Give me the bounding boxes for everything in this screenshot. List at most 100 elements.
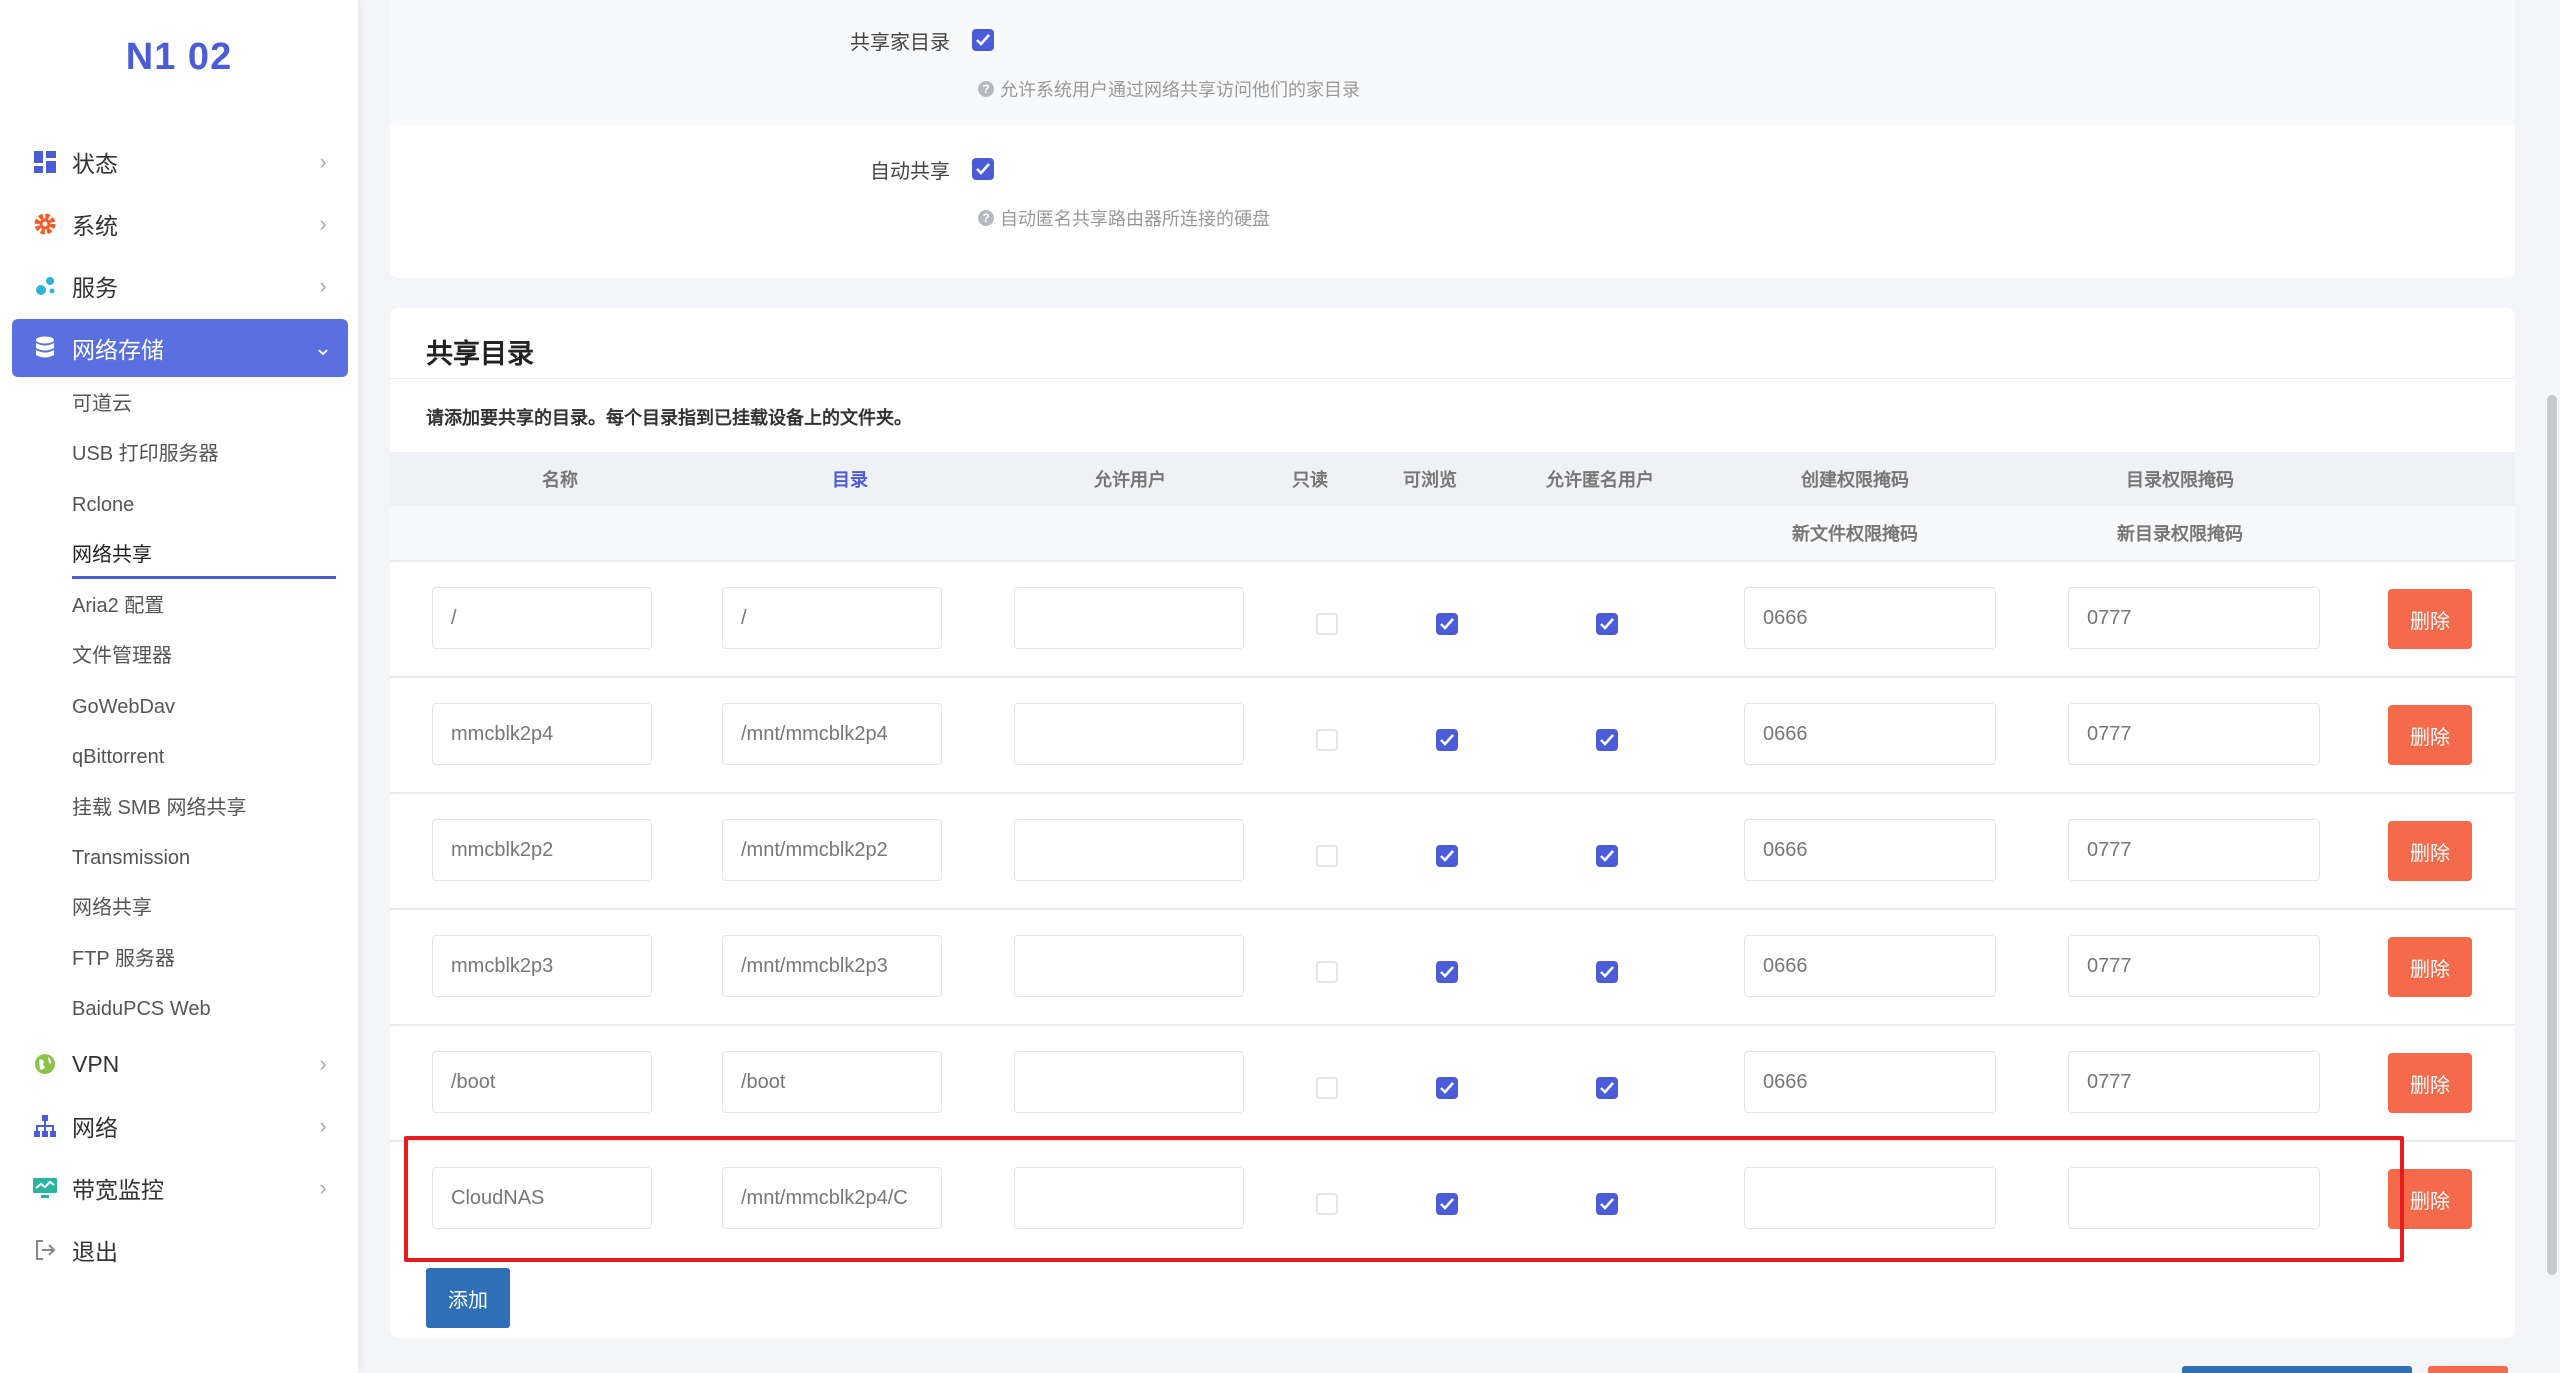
share-users-input[interactable]: [1014, 1051, 1244, 1113]
delete-button[interactable]: 删除: [2388, 1053, 2472, 1113]
guest-checkbox[interactable]: [1596, 961, 1618, 983]
nav-label: VPN: [72, 1050, 120, 1077]
create-mask-input[interactable]: [1744, 1167, 1996, 1229]
col-users: 允许用户: [1094, 470, 1166, 490]
readonly-checkbox[interactable]: [1316, 961, 1338, 983]
guest-checkbox[interactable]: [1596, 1077, 1618, 1099]
delete-button[interactable]: 删除: [2388, 1169, 2472, 1229]
submenu-item-baidupcs[interactable]: BaiduPCS Web: [72, 994, 211, 1024]
auto-share-desc-text: 自动匿名共享路由器所连接的硬盘: [1000, 209, 1270, 229]
share-path-input[interactable]: /: [722, 587, 942, 649]
nav-label: 带宽监控: [72, 1177, 164, 1203]
readonly-checkbox[interactable]: [1316, 1193, 1338, 1215]
browseable-checkbox[interactable]: [1436, 1193, 1458, 1215]
guest-checkbox[interactable]: [1596, 729, 1618, 751]
share-path-input[interactable]: /mnt/mmcblk2p3: [722, 935, 942, 997]
database-icon: [30, 333, 60, 363]
dir-mask-input[interactable]: [2068, 1167, 2320, 1229]
dir-mask-input[interactable]: 0777: [2068, 703, 2320, 765]
nav-label: 系统: [72, 213, 118, 239]
chevron-right-icon: ›: [319, 1113, 327, 1138]
share-path-input[interactable]: /mnt/mmcblk2p2: [722, 819, 942, 881]
submenu-item-rclone[interactable]: Rclone: [72, 490, 134, 520]
create-mask-input[interactable]: 0666: [1744, 703, 1996, 765]
delete-button[interactable]: 删除: [2388, 589, 2472, 649]
dir-mask-input[interactable]: 0777: [2068, 1051, 2320, 1113]
share-name-input[interactable]: CloudNAS: [432, 1167, 652, 1229]
share-path-input[interactable]: /mnt/mmcblk2p4: [722, 703, 942, 765]
bottom-action-button[interactable]: [2332, 1366, 2412, 1373]
bottom-action-button[interactable]: [2428, 1366, 2508, 1373]
submenu-item-ftp[interactable]: FTP 服务器: [72, 944, 175, 974]
share-users-input[interactable]: [1014, 1167, 1244, 1229]
share-name-input[interactable]: mmcblk2p2: [432, 819, 652, 881]
col-browseable: 可浏览: [1403, 470, 1457, 490]
share-name-input[interactable]: mmcblk2p3: [432, 935, 652, 997]
submenu-item-kodcloud[interactable]: 可道云: [72, 389, 132, 419]
submenu-item-file-manager[interactable]: 文件管理器: [72, 641, 172, 671]
readonly-checkbox[interactable]: [1316, 845, 1338, 867]
col-create-mask: 创建权限掩码: [1801, 470, 1909, 490]
delete-button[interactable]: 删除: [2388, 937, 2472, 997]
share-users-input[interactable]: [1014, 587, 1244, 649]
chevron-right-icon: ›: [319, 273, 327, 298]
add-button[interactable]: 添加: [426, 1268, 510, 1328]
guest-checkbox[interactable]: [1596, 845, 1618, 867]
submenu-item-transmission[interactable]: Transmission: [72, 843, 190, 873]
share-name-input[interactable]: /: [432, 587, 652, 649]
col-name: 名称: [542, 470, 578, 490]
share-users-input[interactable]: [1014, 703, 1244, 765]
nav-label: 服务: [72, 275, 118, 301]
create-mask-input[interactable]: 0666: [1744, 1051, 1996, 1113]
nav-item-vpn[interactable]: VPN ›: [12, 1035, 348, 1093]
create-mask-input[interactable]: 0666: [1744, 819, 1996, 881]
col-dir-mask-sub: 新目录权限掩码: [2117, 524, 2243, 544]
submenu-item-smb-mount[interactable]: 挂载 SMB 网络共享: [72, 793, 246, 823]
create-mask-input[interactable]: 0666: [1744, 935, 1996, 997]
auto-share-checkbox[interactable]: [972, 158, 994, 180]
share-path-input[interactable]: /mnt/mmcblk2p4/C: [722, 1167, 942, 1229]
scrollbar-thumb[interactable]: [2547, 395, 2557, 1275]
nav-item-services[interactable]: 服务 ›: [12, 257, 348, 315]
dir-mask-input[interactable]: 0777: [2068, 819, 2320, 881]
readonly-checkbox[interactable]: [1316, 613, 1338, 635]
row-divider: [390, 1024, 2515, 1026]
readonly-checkbox[interactable]: [1316, 729, 1338, 751]
auto-share-desc: ? 自动匿名共享路由器所连接的硬盘: [978, 205, 1270, 231]
browseable-checkbox[interactable]: [1436, 845, 1458, 867]
submenu-item-usb-printer[interactable]: USB 打印服务器: [72, 439, 219, 469]
create-mask-input[interactable]: 0666: [1744, 587, 1996, 649]
guest-checkbox[interactable]: [1596, 613, 1618, 635]
nav-item-network[interactable]: 网络 ›: [12, 1097, 348, 1155]
nav-item-system[interactable]: 系统 ›: [12, 195, 348, 253]
nav-item-logout[interactable]: 退出: [12, 1221, 348, 1279]
nav-item-bandwidth[interactable]: 带宽监控 ›: [12, 1159, 348, 1217]
nav-item-status[interactable]: 状态 ›: [12, 133, 348, 191]
guest-checkbox[interactable]: [1596, 1193, 1618, 1215]
share-users-input[interactable]: [1014, 935, 1244, 997]
share-name-input[interactable]: mmcblk2p4: [432, 703, 652, 765]
share-name-input[interactable]: /boot: [432, 1051, 652, 1113]
row-divider: [390, 792, 2515, 794]
submenu-item-network-share[interactable]: 网络共享: [72, 540, 152, 570]
browseable-checkbox[interactable]: [1436, 729, 1458, 751]
share-path-input[interactable]: /boot: [722, 1051, 942, 1113]
monitor-icon: [30, 1173, 60, 1203]
browseable-checkbox[interactable]: [1436, 961, 1458, 983]
delete-button[interactable]: 删除: [2388, 821, 2472, 881]
submenu-item-qbittorrent[interactable]: qBittorrent: [72, 742, 164, 772]
submenu-item-aria2[interactable]: Aria2 配置: [72, 591, 164, 621]
browseable-checkbox[interactable]: [1436, 1077, 1458, 1099]
home-share-label: 共享家目录: [850, 32, 950, 54]
nav-item-network-storage[interactable]: 网络存储 ⌄: [12, 319, 348, 377]
readonly-checkbox[interactable]: [1316, 1077, 1338, 1099]
browseable-checkbox[interactable]: [1436, 613, 1458, 635]
dir-mask-input[interactable]: 0777: [2068, 935, 2320, 997]
submenu-item-network-share-2[interactable]: 网络共享: [72, 893, 152, 923]
dir-mask-input[interactable]: 0777: [2068, 587, 2320, 649]
home-share-checkbox[interactable]: [972, 29, 994, 51]
delete-button[interactable]: 删除: [2388, 705, 2472, 765]
submenu-item-gowebdav[interactable]: GoWebDav: [72, 692, 175, 722]
col-path[interactable]: 目录: [740, 466, 960, 492]
share-users-input[interactable]: [1014, 819, 1244, 881]
